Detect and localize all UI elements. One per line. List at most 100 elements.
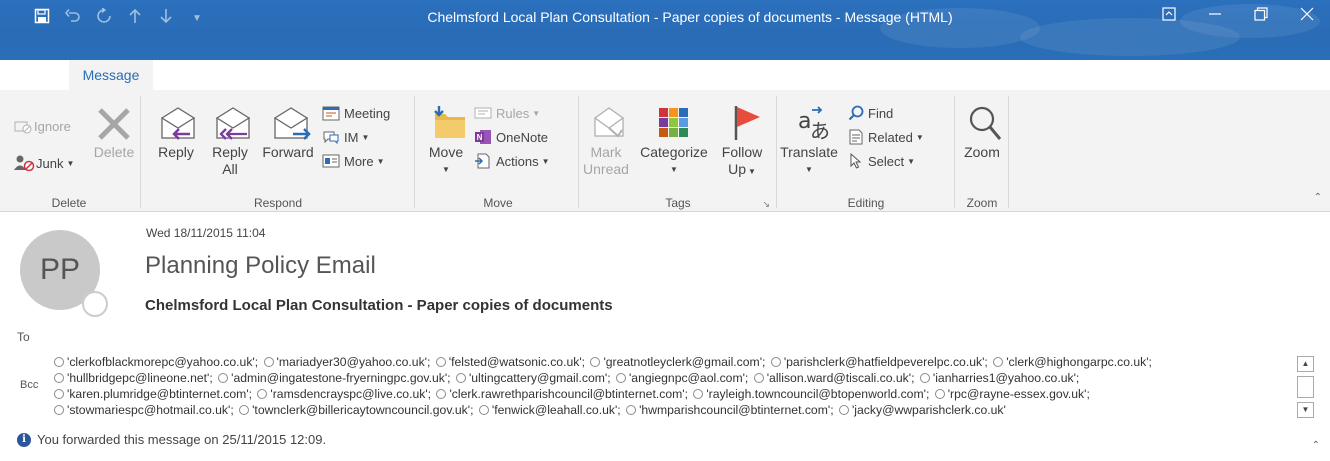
im-label: IM	[344, 129, 359, 145]
recipient-address: 'angiegnpc@aol.com';	[628, 371, 749, 385]
recipient[interactable]: 'jacky@wwparishclerk.co.uk'	[837, 403, 1006, 417]
bcc-line: 'karen.plumridge@btinternet.com'; 'ramsd…	[52, 386, 1292, 402]
recipient[interactable]: 'ultingcattery@gmail.com';	[454, 371, 611, 385]
recipient[interactable]: 'greatnotleyclerk@gmail.com';	[588, 355, 765, 369]
im-icon	[322, 129, 344, 145]
sender-name[interactable]: Planning Policy Email	[145, 252, 376, 280]
recipient[interactable]: 'rayleigh.towncouncil@btopenworld.com';	[691, 387, 929, 401]
info-bar: i You forwarded this message on 25/11/20…	[17, 432, 326, 447]
recipient[interactable]: 'rpc@rayne-essex.gov.uk';	[933, 387, 1090, 401]
group-divider	[578, 96, 579, 208]
more-button[interactable]: More ▼	[322, 153, 385, 169]
recipient[interactable]: 'clerk@highongarpc.co.uk';	[991, 355, 1152, 369]
recipient[interactable]: 'mariadyer30@yahoo.co.uk';	[262, 355, 430, 369]
restore-icon[interactable]	[1238, 4, 1284, 30]
window-controls	[1146, 4, 1330, 30]
presence-icon	[435, 357, 446, 367]
scroll-thumb[interactable]	[1297, 376, 1314, 398]
reply-icon	[152, 104, 200, 144]
to-label: To	[17, 330, 30, 344]
scroll-down-icon[interactable]: ▼	[1297, 402, 1314, 418]
recipient[interactable]: 'hwmparishcouncil@btinternet.com';	[624, 403, 834, 417]
group-divider	[776, 96, 777, 208]
reply-all-button[interactable]: Reply All	[204, 104, 256, 178]
rules-button[interactable]: Rules ▼	[474, 105, 540, 121]
find-button[interactable]: Find	[848, 105, 893, 121]
recipient[interactable]: 'felsted@watsonic.co.uk';	[434, 355, 585, 369]
meeting-button[interactable]: Meeting	[322, 105, 390, 121]
follow-up-label: Follow	[721, 144, 763, 160]
bcc-line: 'stowmariespc@hotmail.co.uk'; 'townclerk…	[52, 402, 1292, 418]
info-bar-text: You forwarded this message on 25/11/2015…	[37, 432, 327, 447]
im-button[interactable]: IM ▼	[322, 129, 369, 145]
translate-button[interactable]: aあ Translate ▼	[778, 104, 840, 178]
recipient[interactable]: 'clerk.rawrethparishcouncil@btinternet.c…	[434, 387, 688, 401]
dropdown-icon: ▼	[805, 165, 813, 174]
recipient[interactable]: 'townclerk@billericaytowncouncil.gov.uk'…	[237, 403, 473, 417]
presence-icon	[626, 405, 637, 415]
svg-text:あ: あ	[810, 119, 830, 143]
recipient[interactable]: 'angiegnpc@aol.com';	[614, 371, 748, 385]
recipient[interactable]: 'admin@ingatestone-fryerningpc.gov.uk';	[216, 371, 451, 385]
junk-button[interactable]: Junk ▼	[14, 155, 74, 172]
presence-icon	[693, 389, 704, 399]
ignore-button[interactable]: Ignore	[14, 118, 71, 134]
actions-button[interactable]: Actions ▼	[474, 153, 550, 169]
close-icon[interactable]	[1284, 4, 1330, 30]
minimize-icon[interactable]	[1192, 4, 1238, 30]
recipient[interactable]: 'ianharries1@yahoo.co.uk';	[918, 371, 1079, 385]
categorize-button[interactable]: Categorize ▼	[634, 104, 714, 178]
zoom-button[interactable]: Zoom	[956, 104, 1008, 161]
down-icon[interactable]	[154, 8, 178, 30]
undo-icon[interactable]	[61, 8, 85, 30]
recipient[interactable]: 'karen.plumridge@btinternet.com';	[52, 387, 252, 401]
recipient[interactable]: 'hullbridgepc@lineone.net';	[52, 371, 213, 385]
group-divider	[1008, 96, 1009, 208]
presence-icon	[770, 357, 781, 367]
info-icon: i	[17, 432, 31, 447]
bcc-scrollbar[interactable]: ▲ ▼	[1297, 356, 1315, 418]
presence-icon	[239, 405, 250, 415]
follow-up-button[interactable]: Follow Up ▼	[716, 104, 768, 180]
forward-button[interactable]: Forward	[258, 104, 318, 161]
select-button[interactable]: Select ▼	[848, 152, 916, 169]
save-icon[interactable]	[30, 8, 54, 30]
collapse-ribbon-icon[interactable]: ⌃	[1314, 192, 1322, 203]
redo-icon[interactable]	[92, 7, 116, 30]
ribbon-display-icon[interactable]	[1146, 4, 1192, 30]
delete-group: Ignore Junk ▼ Delete Delete	[0, 96, 138, 210]
dropdown-icon: ▼	[907, 156, 916, 166]
customize-icon[interactable]: ▼	[185, 8, 209, 30]
recipient-address: 'clerk@highongarpc.co.uk';	[1006, 355, 1152, 369]
up-icon[interactable]	[123, 8, 147, 30]
recipient[interactable]: 'parishclerk@hatfieldpeverelpc.co.uk';	[769, 355, 988, 369]
move-button[interactable]: Move ▼	[420, 104, 472, 178]
recipient[interactable]: 'fenwick@leahall.co.uk';	[477, 403, 621, 417]
onenote-icon: N	[474, 129, 496, 145]
reply-button[interactable]: Reply	[152, 104, 200, 161]
bcc-recipients: 'clerkofblackmorepc@yahoo.co.uk'; 'maria…	[52, 354, 1292, 420]
recipient-address: 'parishclerk@hatfieldpeverelpc.co.uk';	[783, 355, 988, 369]
group-label-zoom: Zoom	[966, 196, 998, 210]
recipient[interactable]: 'stowmariespc@hotmail.co.uk';	[52, 403, 234, 417]
mark-unread-button[interactable]: Mark Unread	[580, 104, 632, 178]
recipient[interactable]: 'allison.ward@tiscali.co.uk';	[752, 371, 914, 385]
recipient[interactable]: 'ramsdencrayspc@live.co.uk';	[255, 387, 431, 401]
delete-button[interactable]: Delete	[92, 104, 136, 161]
svg-text:N: N	[477, 133, 483, 142]
translate-label: Translate	[780, 144, 838, 160]
collapse-header-icon[interactable]: ⌃	[1312, 440, 1320, 451]
tab-message[interactable]: Message	[68, 60, 154, 90]
dropdown-icon: ▼	[376, 156, 385, 166]
tab-file[interactable]: File	[0, 60, 69, 90]
bcc-line: 'clerkofblackmorepc@yahoo.co.uk'; 'maria…	[52, 354, 1292, 370]
recipient[interactable]: 'clerkofblackmorepc@yahoo.co.uk';	[52, 355, 258, 369]
related-button[interactable]: Related ▼	[848, 129, 924, 145]
presence-icon	[218, 373, 229, 383]
dialog-launcher-icon[interactable]: ↘	[762, 199, 770, 210]
recipient-address: 'ianharries1@yahoo.co.uk';	[932, 371, 1080, 385]
scroll-up-icon[interactable]: ▲	[1297, 356, 1314, 372]
onenote-button[interactable]: N OneNote	[474, 129, 548, 145]
junk-icon	[14, 155, 36, 172]
tell-me-search[interactable]: Tell me what you want to do	[153, 60, 373, 90]
